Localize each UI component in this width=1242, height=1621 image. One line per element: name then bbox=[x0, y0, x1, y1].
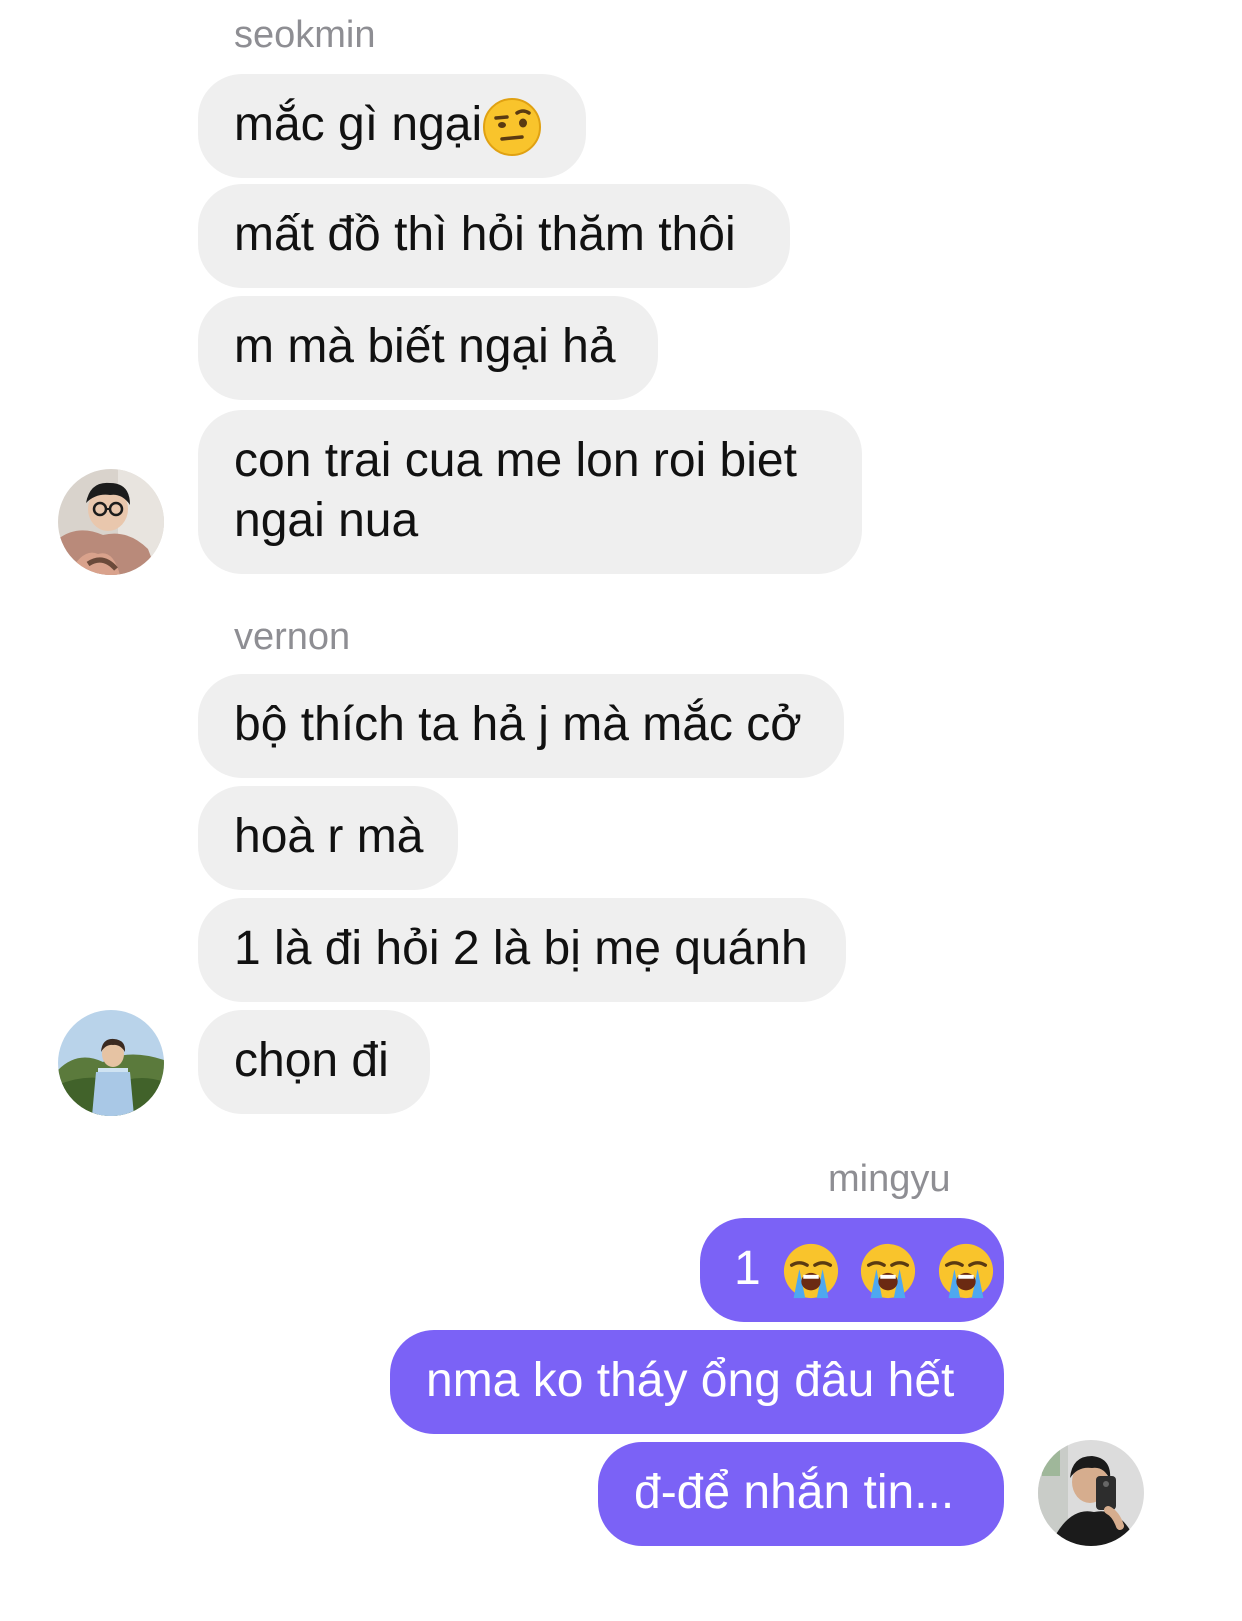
sender-name-vernon: vernon bbox=[234, 616, 351, 658]
message-text: chọn đi bbox=[234, 1034, 389, 1087]
message-bubble[interactable]: 1 bbox=[700, 1218, 1004, 1322]
sender-name-seokmin: seokmin bbox=[234, 14, 376, 56]
message-bubble[interactable]: đ-để nhắn tin... bbox=[598, 1442, 1004, 1546]
message-bubble[interactable]: 1 là đi hỏi 2 là bị mẹ quánh bbox=[198, 898, 846, 1002]
message-text: 1 bbox=[734, 1242, 761, 1295]
avatar-mingyu[interactable] bbox=[1038, 1440, 1144, 1546]
avatar-seokmin[interactable] bbox=[58, 469, 164, 575]
loudly-crying-face-icon bbox=[937, 1242, 995, 1300]
message-text: m mà biết ngại hả bbox=[234, 320, 616, 373]
message-text: 1 là đi hỏi 2 là bị mẹ quánh bbox=[234, 922, 808, 975]
message-text: mắc gì ngại bbox=[234, 98, 483, 151]
message-text: đ-để nhắn tin... bbox=[634, 1466, 955, 1519]
sender-name-mingyu: mingyu bbox=[828, 1158, 951, 1200]
message-text: con trai cua me lon roi biet ngai nua bbox=[234, 434, 797, 547]
message-text: nma ko tháy ổng đâu hết bbox=[426, 1354, 955, 1407]
message-text: mất đồ thì hỏi thăm thôi bbox=[234, 208, 736, 261]
message-bubble[interactable]: chọn đi bbox=[198, 1010, 430, 1114]
message-text: bộ thích ta hả j mà mắc cở bbox=[234, 698, 802, 751]
message-bubble[interactable]: hoà r mà bbox=[198, 786, 458, 890]
message-bubble[interactable]: bộ thích ta hả j mà mắc cở bbox=[198, 674, 844, 778]
loudly-crying-face-icon bbox=[782, 1242, 840, 1300]
loudly-crying-face-icon bbox=[859, 1242, 917, 1300]
message-bubble[interactable]: con trai cua me lon roi biet ngai nua bbox=[198, 410, 862, 574]
message-text: hoà r mà bbox=[234, 810, 424, 863]
raised-eyebrow-face-icon bbox=[482, 97, 542, 157]
message-bubble[interactable]: m mà biết ngại hả bbox=[198, 296, 658, 400]
message-bubble[interactable]: nma ko tháy ổng đâu hết bbox=[390, 1330, 1004, 1434]
message-bubble[interactable]: mắc gì ngại bbox=[198, 74, 586, 178]
message-bubble[interactable]: mất đồ thì hỏi thăm thôi bbox=[198, 184, 790, 288]
avatar-vernon[interactable] bbox=[58, 1010, 164, 1116]
